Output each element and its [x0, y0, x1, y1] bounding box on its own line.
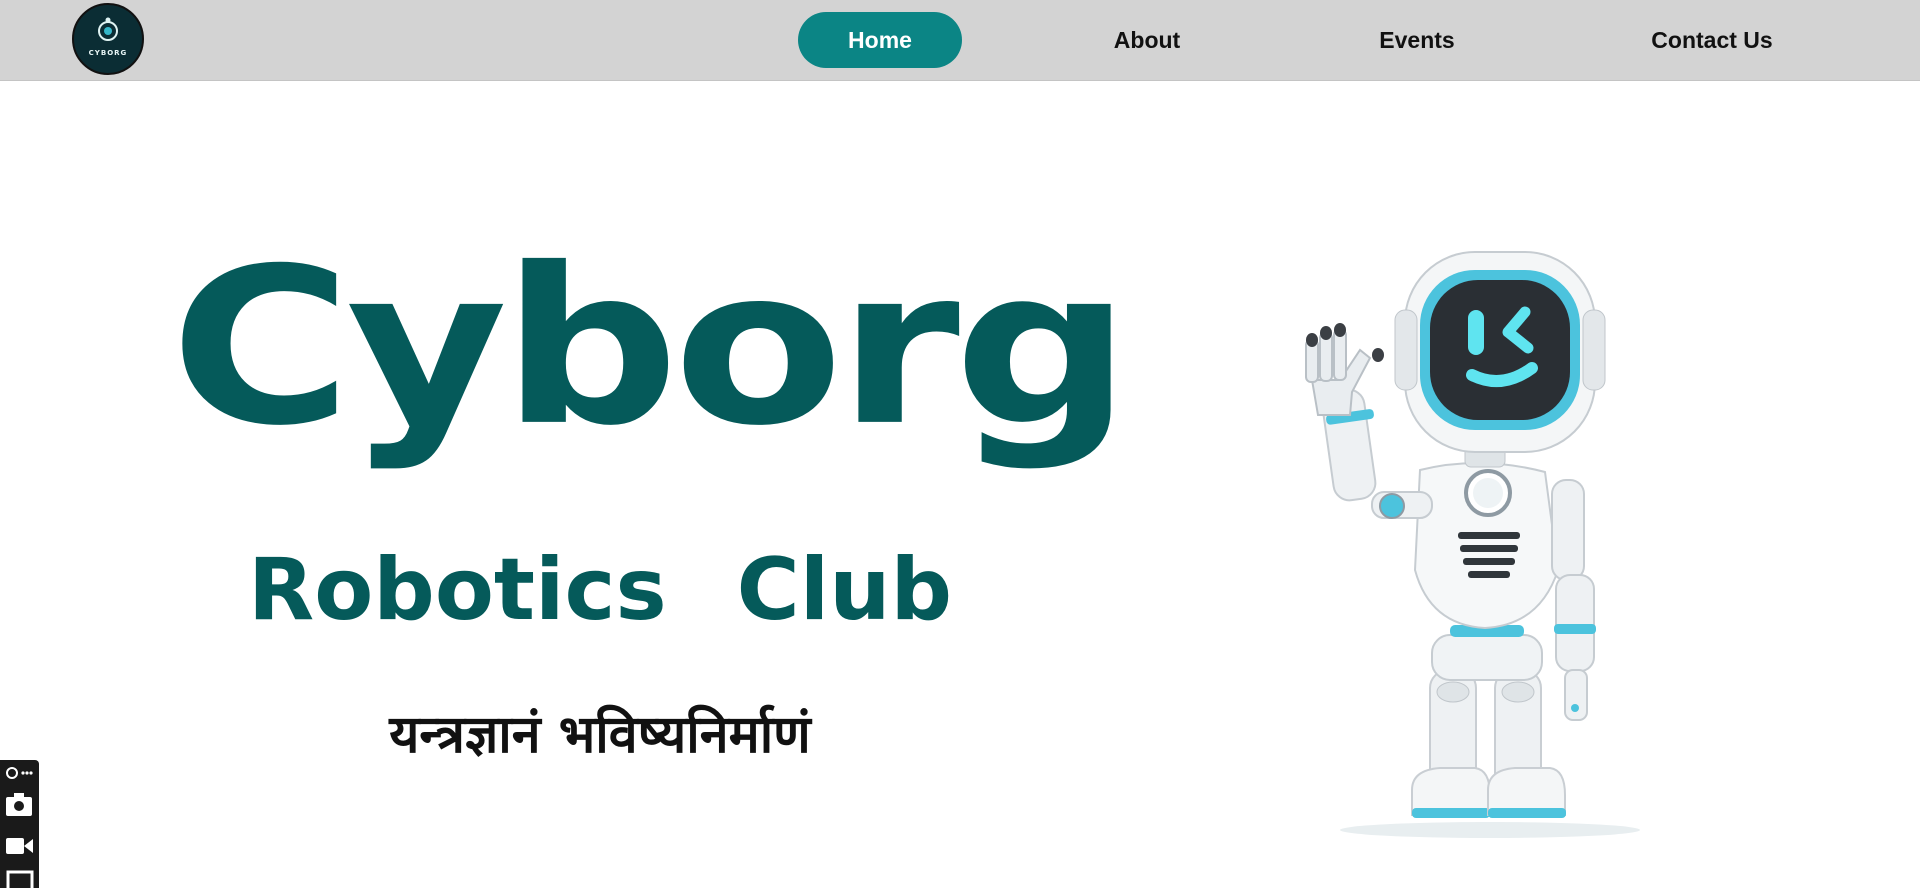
nav-home[interactable]: Home	[798, 12, 962, 68]
navbar: CYBORG Home About Events Contact Us	[0, 0, 1920, 81]
nav-contact-us[interactable]: Contact Us	[1632, 12, 1792, 68]
hero-tagline: यन्त्रज्ञानं भविष्यनिर्माणं	[389, 705, 811, 765]
nav-about[interactable]: About	[1080, 12, 1214, 68]
extension-icon[interactable]	[4, 764, 34, 782]
logo[interactable]: CYBORG	[72, 3, 144, 75]
robot-illustration	[1305, 251, 1640, 838]
hero-title: Cyborg	[170, 222, 1131, 474]
robot-logo-icon	[98, 17, 118, 41]
window-icon[interactable]	[4, 866, 34, 896]
logo-text: CYBORG	[88, 49, 128, 57]
capture-toolbar	[0, 760, 39, 896]
nav-events[interactable]: Events	[1345, 12, 1489, 68]
hero-subtitle: Robotics Club	[247, 540, 953, 640]
camera-icon[interactable]	[4, 790, 34, 820]
video-icon[interactable]	[4, 830, 34, 860]
